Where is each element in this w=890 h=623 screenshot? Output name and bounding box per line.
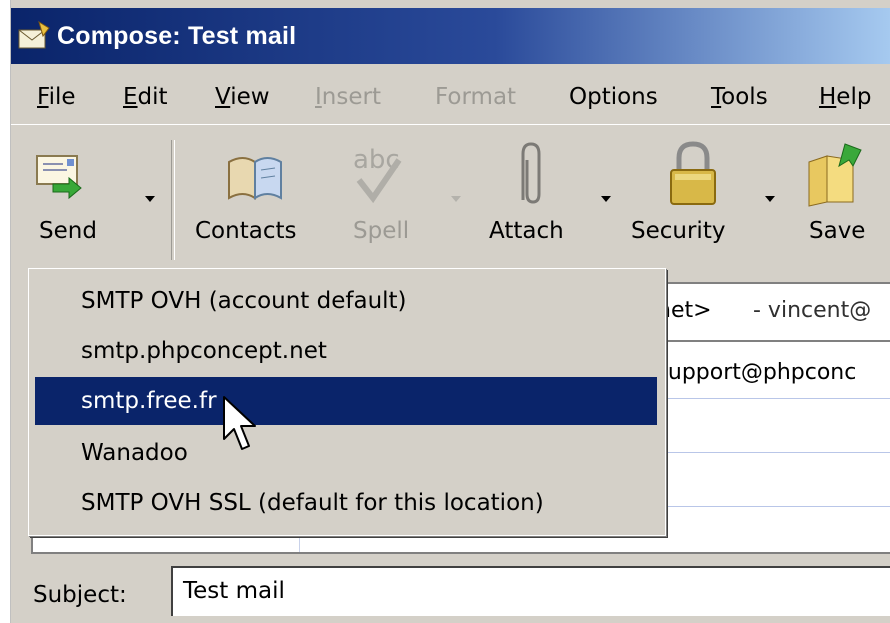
from-identity-fragment: - vincent@	[753, 298, 872, 323]
smtp-server-dropdown: SMTP OVH (account default) smtp.phpconce…	[28, 268, 666, 536]
from-field[interactable]: net> - vincent@	[651, 282, 890, 340]
spell-dropdown-arrow[interactable]	[451, 196, 461, 202]
send-icon	[36, 155, 82, 200]
spellcheck-icon: abc	[353, 145, 402, 204]
security-dropdown-arrow[interactable]	[765, 196, 775, 202]
send-dropdown-arrow[interactable]	[145, 196, 155, 202]
smtp-option-ovh-ssl[interactable]: SMTP OVH SSL (default for this location)	[35, 479, 657, 527]
paperclip-icon	[521, 142, 541, 204]
spell-label: Spell	[353, 218, 410, 244]
subject-input[interactable]: Test mail	[171, 566, 890, 616]
security-label: Security	[631, 218, 726, 244]
menu-insert[interactable]: Insert	[315, 84, 381, 110]
toolbar-separator	[171, 140, 175, 260]
attach-label: Attach	[489, 218, 564, 244]
menu-file[interactable]: File	[37, 84, 76, 110]
menu-edit[interactable]: Edit	[123, 84, 168, 110]
subject-label: Subject:	[33, 582, 127, 608]
smtp-option-free[interactable]: smtp.free.fr	[35, 377, 657, 425]
save-folder-icon	[808, 143, 862, 207]
contacts-label: Contacts	[195, 218, 297, 244]
menu-view[interactable]: View	[215, 84, 270, 110]
menu-bar: File Edit View Insert Format Options Too…	[11, 72, 890, 122]
mouse-cursor-icon	[223, 396, 256, 450]
menu-help[interactable]: Help	[819, 84, 871, 110]
compose-window: Compose: Test mail File Edit View Insert…	[10, 0, 890, 623]
address-book-icon	[228, 157, 282, 200]
recipient-address[interactable]: :support@phpconc	[649, 360, 856, 385]
attach-dropdown-arrow[interactable]	[601, 196, 611, 202]
smtp-option-ovh-default[interactable]: SMTP OVH (account default)	[35, 277, 657, 325]
title-bar[interactable]: Compose: Test mail	[11, 8, 890, 64]
menu-tools[interactable]: Tools	[711, 84, 768, 110]
send-label: Send	[39, 218, 97, 244]
smtp-option-wanadoo[interactable]: Wanadoo	[35, 429, 657, 477]
subject-value: Test mail	[183, 578, 285, 604]
toolbar: Send Contacts abc Spell Attach Security …	[11, 126, 890, 266]
menu-format[interactable]: Format	[435, 84, 516, 110]
compose-app-icon	[17, 18, 53, 54]
toolbar-divider	[11, 124, 890, 125]
smtp-option-phpconcept[interactable]: smtp.phpconcept.net	[35, 327, 657, 375]
window-title: Compose: Test mail	[57, 21, 297, 50]
menu-options[interactable]: Options	[569, 84, 658, 110]
lock-icon	[670, 141, 716, 205]
save-label: Save	[809, 218, 866, 244]
